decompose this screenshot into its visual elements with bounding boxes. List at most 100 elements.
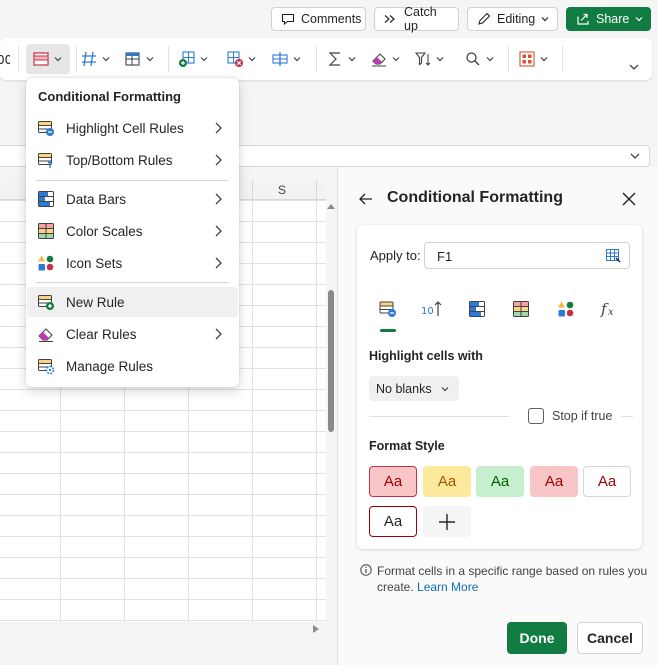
- comments-button[interactable]: Comments: [271, 7, 366, 31]
- close-icon[interactable]: [622, 192, 636, 206]
- chevron-down-icon: [435, 54, 445, 64]
- select-range-icon[interactable]: [605, 248, 621, 264]
- format-style-swatch-green[interactable]: Aa: [476, 466, 524, 497]
- manage-rules-icon: [37, 357, 55, 375]
- divider: [621, 416, 633, 417]
- learn-more-link[interactable]: Learn More: [417, 580, 478, 594]
- apply-to-input[interactable]: F1: [424, 242, 630, 269]
- menu-item-color-scales[interactable]: Color Scales: [26, 216, 239, 246]
- chevron-right-icon: [213, 153, 223, 167]
- number-format-icon: [80, 50, 98, 68]
- delete-cells-button[interactable]: [226, 48, 257, 70]
- swatch-text: Aa: [490, 473, 510, 490]
- menu-item-new-rule[interactable]: New Rule: [27, 287, 238, 317]
- number-format-partial-icon[interactable]: 00: [0, 48, 10, 70]
- vertical-scroll-thumb[interactable]: [328, 290, 334, 432]
- conditional-formatting-icon: [32, 50, 50, 68]
- insert-cells-icon: [178, 50, 196, 68]
- editing-mode-button[interactable]: Editing: [467, 7, 558, 31]
- chevron-down-icon: [145, 54, 155, 64]
- info-text-block: Format cells in a specific range based o…: [377, 563, 655, 595]
- conditional-formatting-pane: Conditional Formatting Apply to: F1 10 f…: [337, 167, 658, 665]
- chevron-down-icon: [53, 54, 63, 64]
- insert-cells-button[interactable]: [178, 48, 209, 70]
- chevron-down-icon: [101, 54, 111, 64]
- scroll-right-icon[interactable]: [313, 625, 319, 633]
- stop-if-true-label: Stop if true: [552, 409, 613, 423]
- horizontal-scrollbar[interactable]: [0, 622, 336, 634]
- chevron-right-icon: [213, 121, 223, 135]
- format-style-swatch-red-fill[interactable]: Aa: [530, 466, 578, 497]
- cancel-button[interactable]: Cancel: [577, 622, 643, 654]
- format-style-swatch-red-text[interactable]: Aa: [583, 466, 631, 497]
- color-scales-tab-icon[interactable]: [510, 298, 532, 320]
- menu-title: Conditional Formatting: [38, 89, 181, 104]
- back-arrow-icon[interactable]: [358, 192, 374, 206]
- menu-item-clear-rules[interactable]: Clear Rules: [26, 319, 239, 349]
- formula-tab-icon[interactable]: fx: [599, 298, 621, 320]
- menu-item-label: New Rule: [66, 295, 125, 310]
- format-style-swatch-red-border[interactable]: Aa: [369, 506, 417, 537]
- menu-item-top-bottom-rules[interactable]: Top/Bottom Rules: [26, 145, 239, 175]
- find-button[interactable]: [464, 48, 495, 70]
- apply-to-label: Apply to:: [370, 248, 421, 263]
- format-as-table-button[interactable]: [124, 48, 155, 70]
- scroll-up-icon[interactable]: [327, 203, 335, 209]
- swatch-text: Aa: [437, 473, 457, 490]
- icon-sets-icon: [37, 254, 55, 272]
- menu-item-label: Manage Rules: [66, 359, 154, 374]
- chevron-down-icon[interactable]: [629, 150, 641, 162]
- pane-title: Conditional Formatting: [387, 189, 563, 206]
- menu-item-highlight-cell-rules[interactable]: Highlight Cell Rules: [26, 113, 239, 143]
- clear-button[interactable]: [370, 48, 401, 70]
- highlight-cells-tab-icon[interactable]: [377, 298, 399, 320]
- column-header-s[interactable]: S: [278, 183, 286, 197]
- chevron-down-icon: [347, 54, 357, 64]
- active-tab-indicator: [380, 329, 396, 332]
- clear-rules-icon: [37, 325, 55, 343]
- done-button[interactable]: Done: [507, 622, 567, 654]
- pencil-icon: [476, 11, 492, 27]
- menu-item-label: Highlight Cell Rules: [66, 121, 184, 136]
- top-bottom-rules-icon: [37, 151, 55, 169]
- number-format-button[interactable]: [80, 48, 111, 70]
- chevron-down-icon: [539, 54, 549, 64]
- menu-item-label: Data Bars: [66, 192, 127, 207]
- add-ins-button[interactable]: [518, 48, 549, 70]
- autosum-button[interactable]: [326, 48, 357, 70]
- chevron-down-icon: [292, 54, 302, 64]
- data-bars-tab-icon[interactable]: [466, 298, 488, 320]
- swatch-text: Aa: [383, 513, 403, 530]
- stop-if-true-checkbox[interactable]: [528, 408, 544, 424]
- sort-filter-button[interactable]: [414, 48, 445, 70]
- menu-item-manage-rules[interactable]: Manage Rules: [26, 351, 239, 381]
- conditional-formatting-button[interactable]: [26, 44, 70, 74]
- conditional-formatting-menu: Conditional Formatting Highlight Cell Ru…: [26, 78, 239, 387]
- menu-item-icon-sets[interactable]: Icon Sets: [26, 248, 239, 278]
- catch-up-button[interactable]: Catch up: [374, 5, 459, 33]
- editing-label: Editing: [497, 12, 536, 26]
- top-bottom-tab-icon[interactable]: 10: [421, 298, 443, 320]
- highlight-condition-value: No blanks: [376, 381, 432, 396]
- format-cells-button[interactable]: [271, 48, 302, 70]
- menu-item-label: Top/Bottom Rules: [66, 153, 173, 168]
- format-cells-icon: [271, 50, 289, 68]
- chevron-down-icon: [540, 14, 550, 24]
- format-style-swatch-light-red[interactable]: Aa: [369, 466, 417, 497]
- highlight-condition-dropdown[interactable]: No blanks: [369, 376, 459, 401]
- format-style-swatch-yellow[interactable]: Aa: [423, 466, 471, 497]
- new-rule-icon: [37, 293, 55, 311]
- custom-format-button[interactable]: [423, 506, 471, 537]
- expand-ribbon-button[interactable]: [628, 56, 640, 78]
- delete-cells-icon: [226, 50, 244, 68]
- menu-item-data-bars[interactable]: Data Bars: [26, 184, 239, 214]
- menu-divider: [36, 180, 229, 181]
- share-button[interactable]: Share: [566, 7, 651, 31]
- autosum-icon: [326, 50, 344, 68]
- chevron-right-icon: [213, 327, 223, 341]
- plus-icon: [438, 513, 456, 531]
- format-as-table-icon: [124, 50, 142, 68]
- comment-icon: [280, 11, 296, 27]
- icon-sets-tab-icon[interactable]: [555, 298, 577, 320]
- data-bars-icon: [37, 190, 55, 208]
